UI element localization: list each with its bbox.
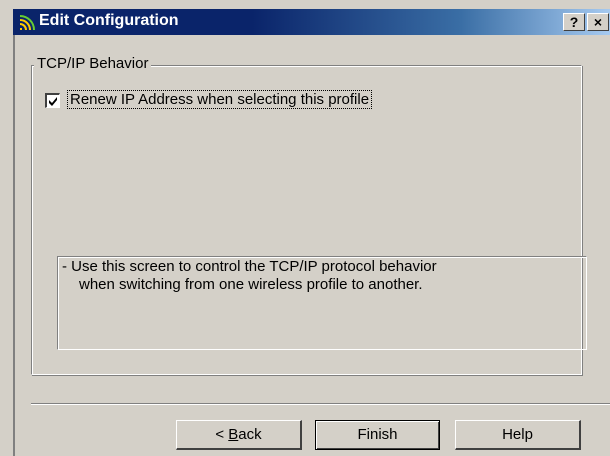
finish-button[interactable]: Finish xyxy=(315,420,440,450)
renew-ip-checkbox[interactable] xyxy=(45,93,60,108)
title-close-button[interactable]: × xyxy=(587,13,609,31)
title-help-button[interactable]: ? xyxy=(563,13,585,31)
back-button-mnemonic: B xyxy=(228,426,239,443)
checkmark-icon xyxy=(49,97,57,106)
title-bar[interactable]: Edit Configuration ? × xyxy=(13,9,610,35)
back-button-rest: ack xyxy=(238,426,262,443)
renew-ip-label[interactable]: Renew IP Address when selecting this pro… xyxy=(66,90,373,109)
group-legend: TCP/IP Behavior xyxy=(34,55,152,72)
button-separator xyxy=(31,403,610,405)
dialog-window: Edit Configuration ? × TCP/IP Behavior R… xyxy=(0,0,610,456)
window-title: Edit Configuration xyxy=(39,12,179,29)
help-button[interactable]: Help xyxy=(455,420,581,450)
description-line-2: when switching from one wireless profile… xyxy=(79,276,423,293)
description-line-1: - Use this screen to control the TCP/IP … xyxy=(62,258,437,275)
back-button[interactable]: < Back xyxy=(176,420,302,450)
wireless-signal-icon xyxy=(17,12,37,32)
back-button-prefix: < xyxy=(215,426,229,443)
